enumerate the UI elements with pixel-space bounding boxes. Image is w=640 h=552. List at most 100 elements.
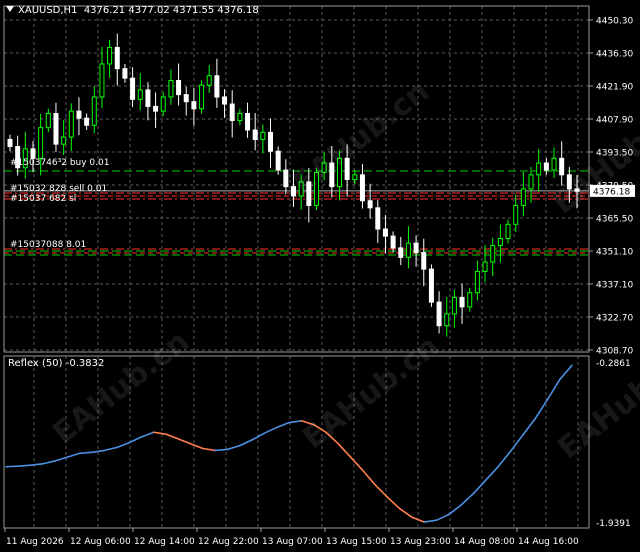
candle-body [497,237,503,247]
reflex-segment [288,419,303,424]
candle-body [367,200,373,209]
candle-body [214,75,220,98]
reflex-segment [177,438,192,445]
reflex-segment [472,479,487,495]
reflex-segment [386,496,401,510]
reflex-segment [398,507,413,519]
reflex-segment [337,442,352,458]
time-axis-label: 13 Aug 15:00 [326,537,387,547]
candle-body [436,301,442,327]
reflex-segment [79,451,93,455]
candle-body [91,96,97,126]
candle-body [199,84,205,110]
reflex-segment [140,431,155,438]
candle-body [252,129,258,140]
order-label-sl[interactable]: #15037 682 sl [10,194,76,204]
order-label-sell[interactable]: #15032 828 sell 0.01 [10,184,107,194]
price-axis-label: 4308.70 [596,347,633,357]
reflex-segment [558,364,573,381]
candle-body [229,103,235,122]
candle-body [543,162,549,171]
candle-body [68,110,74,138]
candle-body [168,79,174,98]
price-axis-label: 4436.30 [596,50,633,60]
reflex-segment [91,449,106,454]
order-label-buy[interactable]: #1503746³2 buy 0.01 [10,158,109,168]
candle-body [237,112,243,122]
reflex-segment [17,464,32,467]
time-axis-label: 11 Aug 2026 [6,537,64,547]
candle-body [474,270,480,294]
candle-body [405,242,411,258]
time-axis-label: 14 Aug 08:00 [454,537,515,547]
reflex-segment [263,426,278,434]
reflex-segment [103,446,118,452]
candle-body [7,138,13,148]
price-axis-label: 4337.10 [596,281,633,291]
candle-body [428,268,434,303]
candle-body [245,112,251,131]
candle-body [505,223,511,239]
candle-body [467,292,473,308]
price-axis-label: 4407.90 [596,116,633,126]
reflex-segment [509,434,524,453]
candle-body [559,157,565,176]
candle-body [114,46,120,70]
reflex-segment [202,447,216,452]
reflex-segment [238,439,253,447]
candle-body [153,105,159,112]
candle-body [398,247,404,258]
candle-body [359,174,365,202]
candle-body [222,96,228,105]
dropdown-triangle-icon[interactable] [6,6,14,12]
candle-body [482,261,488,272]
candle-body [99,63,105,98]
reflex-segment [435,513,450,521]
candle-body [206,75,212,86]
candle-body [183,94,189,103]
price-axis-label: 4450.30 [596,17,633,27]
candle-body [536,162,542,176]
price-axis-label: 4421.90 [596,83,633,93]
candle-body [137,89,143,100]
chart-window[interactable]: 4450.304436.304421.904407.904393.504379.… [0,0,640,552]
indicator-axis-bottom: -1.9391 [596,519,631,529]
reflex-segment [362,469,376,486]
reflex-segment [497,450,512,468]
candle-body [528,174,534,190]
reflex-segment [275,421,290,429]
reflex-segment [546,378,561,401]
candle-body [451,296,457,315]
reflex-segment [460,492,475,506]
candle-body [84,117,90,126]
candle-body [61,136,67,145]
reflex-segment [214,448,229,452]
time-axis-label: 12 Aug 06:00 [70,537,131,547]
reflex-segment [165,433,180,440]
reflex-segment [128,436,143,444]
indicator-label: Reflex (50) -0.3832 [8,358,105,369]
candle-body [513,204,519,225]
reflex-segment [226,444,241,451]
reflex-segment [448,504,463,516]
reflex-segment [374,484,389,499]
candle-body [160,96,166,112]
reflex-segment [42,460,57,465]
reflex-segment [521,418,536,436]
candle-body [145,89,151,107]
chart-svg[interactable]: 4450.304436.304421.904407.904393.504379.… [0,0,640,552]
price-axis-label: 4351.10 [596,248,633,258]
ohlc-values: 4376.21 4377.02 4371.55 4376.18 [83,5,259,16]
candle-body [38,127,44,159]
order-label-group[interactable]: #15037088 8.01 [10,240,86,250]
candle-body [76,110,82,119]
candle-body [352,174,358,181]
candle-body [382,228,388,237]
reflex-segment [349,456,364,472]
candle-body [413,242,419,254]
axes: 4450.304436.304421.904407.904393.504379.… [3,5,635,547]
symbol-header: XAUUSD,H1 4376.21 4377.02 4371.55 4376.1… [6,5,259,16]
candle-body [390,235,396,249]
price-axis-label: 4365.50 [596,215,633,225]
time-axis-label: 12 Aug 14:00 [134,537,195,547]
